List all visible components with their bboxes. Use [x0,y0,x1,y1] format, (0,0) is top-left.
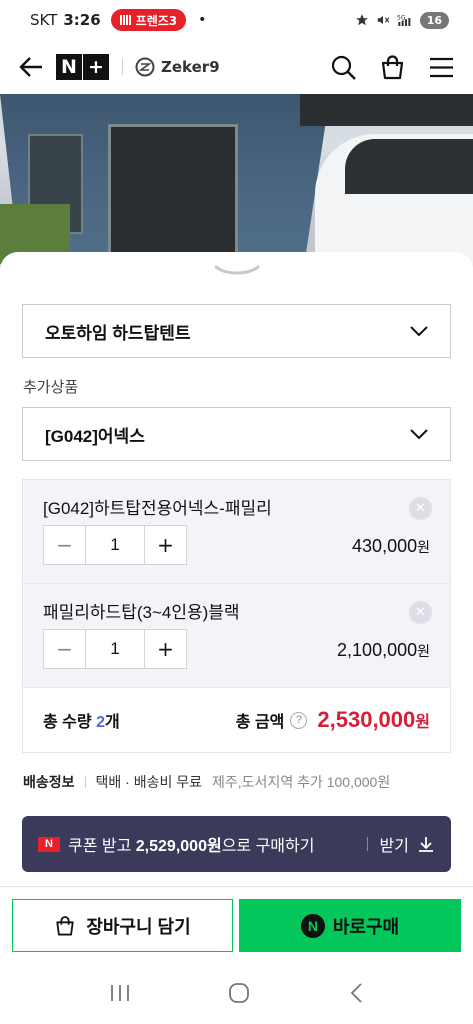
item-name: [G042]하트탑전용어넥스-패밀리 [43,499,272,518]
total-quantity-label: 총 수량 [43,714,92,731]
store-brand[interactable]: Zeker9 [135,57,220,77]
total-amount: 2,530,000원 [317,707,430,733]
selected-item: 패밀리하드탑(3~4인용)블랙 ✕ − 1 + 2,100,000원 [23,584,450,688]
call-pill-label: 프렌즈3 [135,13,178,28]
coupon-receive-button[interactable]: 받기 [366,832,435,856]
item-price-value: 2,100,000 [337,640,418,660]
search-icon[interactable] [330,54,357,81]
coupon-price: 2,529,000원 [135,838,222,855]
recent-apps-icon[interactable] [109,983,131,1003]
notification-dot: • [198,12,207,28]
roof-tent-graphic [300,94,473,126]
chevron-down-icon [410,326,428,337]
buy-now-button[interactable]: N 바로구매 [239,899,461,952]
option-sheet: 오토하임 하드탑텐트 추가상품 [G042]어넥스 [G042]하트탑전용어넥스… [0,252,473,892]
buy-now-label: 바로구매 [332,916,400,937]
item-price: 2,100,000원 [337,640,430,661]
item-price: 430,000원 [352,536,430,557]
shopping-bag-icon [56,915,74,935]
total-amount-value: 2,530,000 [317,707,416,732]
total-amount-label-group: 총 금액 ? [236,708,308,732]
shipping-method: 택배 · 배송비 무료 [95,774,203,790]
increase-quantity-button[interactable]: + [145,526,186,564]
mute-icon [377,15,389,25]
system-nav-bar [0,962,473,1024]
increase-quantity-button[interactable]: + [145,630,186,668]
shipping-title: 배송정보 [23,774,75,790]
total-amount-label: 총 금액 [235,714,285,731]
decrease-quantity-button[interactable]: − [44,630,85,668]
quantity-stepper: − 1 + [43,629,187,669]
quantity-value[interactable]: 1 [85,526,145,564]
naver-pay-badge-icon: N [38,836,60,852]
total-quantity: 총 수량 2개 [43,708,120,732]
coupon-text-prefix: 쿠폰 받고 [68,838,132,855]
shipping-divider [84,776,86,788]
chevron-down-icon [410,429,428,440]
coupon-text-suffix: 으로 구매하기 [221,838,315,855]
home-icon[interactable] [228,982,250,1004]
add-to-cart-label: 장바구니 담기 [86,916,191,937]
star-icon [355,14,368,26]
extra-option-value: [G042]어넥스 [45,426,145,446]
item-price-currency: 원 [417,539,430,555]
product-hero-image [0,94,473,269]
nplus-logo[interactable]: N + [56,54,110,80]
action-bar-divider [0,886,473,887]
total-amount-currency: 원 [415,714,430,731]
brand-name: Zeker9 [161,58,220,76]
decrease-quantity-button[interactable]: − [44,526,85,564]
collapse-chevron-icon[interactable] [214,264,260,278]
coupon-divider [366,837,368,851]
back-arrow-icon[interactable] [18,54,44,80]
audio-bars-icon [119,15,132,25]
remove-item-icon[interactable]: ✕ [409,497,432,520]
order-totals: 총 수량 2개 총 금액 ? 2,530,000원 [23,688,450,752]
selected-item: [G042]하트탑전용어넥스-패밀리 ✕ − 1 + 430,000원 [23,480,450,584]
total-quantity-value: 2 [96,714,105,731]
add-to-cart-button[interactable]: 장바구니 담기 [12,899,233,952]
total-quantity-unit: 개 [104,714,120,731]
quantity-value[interactable]: 1 [85,630,145,668]
main-option-value: 오토하임 하드탑텐트 [45,323,191,343]
status-bar: SKT 3:26 프렌즈3 • 5G 16 [0,0,473,40]
tent-door-graphic [108,124,238,269]
svg-text:5G: 5G [397,14,406,21]
help-question-icon[interactable]: ? [290,711,308,729]
logo-n: N [56,54,82,80]
item-price-value: 430,000 [352,536,418,556]
item-price-currency: 원 [417,643,430,659]
menu-icon[interactable] [428,54,455,81]
remove-item-icon[interactable]: ✕ [409,601,432,624]
shipping-extra-fee: 제주,도서지역 추가 100,000원 [212,774,391,790]
coupon-banner[interactable]: N 쿠폰 받고 2,529,000원 으로 구매하기 받기 [22,816,451,872]
quantity-stepper: − 1 + [43,525,187,565]
extra-option-select[interactable]: [G042]어넥스 [22,407,451,461]
signal-5g-icon: 5G [397,14,411,26]
item-name: 패밀리하드탑(3~4인용)블랙 [43,603,240,622]
brand-logo-icon [135,57,155,77]
car-window-graphic [345,139,473,194]
shopping-bag-icon[interactable] [379,54,406,81]
header-divider [122,59,123,75]
battery-indicator: 16 [419,11,449,29]
selected-items-list: [G042]하트탑전용어넥스-패밀리 ✕ − 1 + 430,000원 패밀리하… [22,479,451,753]
back-icon[interactable] [348,982,364,1004]
naver-n-icon: N [300,913,325,938]
carrier-label: SKT [30,11,58,29]
extra-products-label: 추가상품 [23,379,79,396]
logo-plus: + [83,54,109,80]
clock: 3:26 [63,11,101,29]
download-icon [419,837,433,852]
main-option-select[interactable]: 오토하임 하드탑텐트 [22,304,451,358]
coupon-receive-label: 받기 [379,838,409,855]
shipping-info: 배송정보 택배 · 배송비 무료 제주,도서지역 추가 100,000원 [23,772,390,792]
call-pill[interactable]: 프렌즈3 [110,9,187,31]
app-header: N + Zeker9 [0,40,473,94]
